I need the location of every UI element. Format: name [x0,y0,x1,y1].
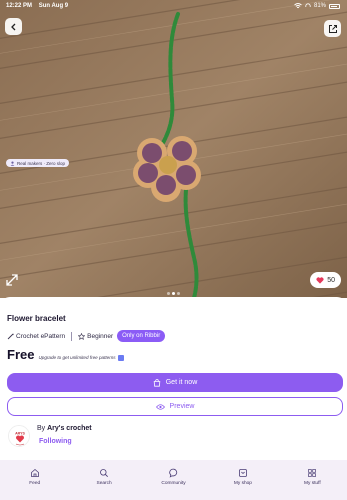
following-button[interactable]: Following [39,438,72,445]
preview-label: Preview [169,403,195,410]
status-date: Sun Aug 9 [38,3,69,9]
search-icon [100,469,109,478]
tab-search-label: Search [96,481,112,486]
product-meta: Crochet ePattern Beginner Only on Ribbir [7,330,166,342]
tab-my-stuff[interactable]: My stuff [278,460,347,500]
premium-icon [117,354,124,361]
status-indicators: 81% [294,3,340,9]
grid-icon [308,469,317,477]
price-label: Free [7,347,35,362]
bottom-tab-bar: Feed Search Community My shop My stuff [0,460,347,500]
people-icon [10,161,15,166]
battery-icon [329,3,340,9]
upgrade-note[interactable]: Upgrade to get unlimited free patterns [38,354,124,361]
makers-chip-label: Real makers · Zero slop [17,160,66,166]
tab-community[interactable]: Community [139,460,208,500]
preview-button[interactable]: Preview [7,397,343,416]
tab-my-stuff-label: My stuff [303,481,321,486]
tab-my-shop[interactable]: My shop [208,460,277,500]
makers-chip[interactable]: Real makers · Zero slop [6,159,70,167]
status-time-date: 12:22 PM Sun Aug 9 [6,3,73,9]
expand-icon [6,274,18,286]
home-icon [30,468,39,477]
shop-icon [239,469,247,477]
product-title: Flower bracelet [7,314,66,323]
like-count: 50 [327,276,335,284]
headphones-icon [305,3,311,7]
get-it-now-button[interactable]: Get it now [7,373,343,392]
fullscreen-button[interactable] [5,273,19,287]
bracelet-photo [0,0,347,298]
crochet-hook-icon [7,333,14,339]
seller-by: By [37,425,46,432]
share-button[interactable] [324,20,341,37]
bag-icon [153,378,160,387]
photo-pager[interactable] [167,292,180,295]
get-it-now-label: Get it now [165,379,198,386]
wifi-icon [294,3,302,9]
tab-my-shop-label: My shop [233,481,252,486]
battery-percent: 81% [313,3,326,9]
tab-search[interactable]: Search [69,460,138,500]
seller-logo: ARYS [9,426,29,446]
tab-community-label: Community [161,481,186,486]
pager-dot-active[interactable] [172,292,175,295]
seller-name[interactable]: By Ary's crochet [37,425,92,432]
meta-divider [71,331,73,341]
tab-feed[interactable]: Feed [0,460,69,500]
status-time: 12:22 PM [6,3,33,9]
pattern-type: Crochet ePattern [7,333,65,340]
seller-name-text: Ary's crochet [47,425,92,432]
pager-dot[interactable] [167,292,170,295]
price-row: Free Upgrade to get unlimited free patte… [7,347,124,362]
like-button[interactable]: 50 [310,272,341,288]
star-icon [78,332,86,340]
tab-feed-label: Feed [29,481,41,486]
heart-icon [316,276,324,284]
back-button[interactable] [5,18,22,35]
upgrade-text: Upgrade to get unlimited free patterns [38,355,116,360]
status-bar: 12:22 PM Sun Aug 9 81% [0,0,347,13]
skill-level: Beginner [78,332,114,340]
external-link-icon [328,24,337,33]
chevron-left-icon [10,23,15,30]
seller-avatar[interactable]: ARYS [8,425,30,447]
eye-icon [155,403,165,410]
skill-level-label: Beginner [87,332,114,340]
product-photo[interactable] [0,0,347,298]
pattern-type-label: Crochet ePattern [16,332,66,340]
exclusive-badge: Only on Ribbir [117,330,166,342]
pager-dot[interactable] [177,292,180,295]
product-details: Flower bracelet Crochet ePattern Beginne… [0,297,347,460]
chat-icon [168,468,177,478]
svg-text:ARYS: ARYS [15,432,25,436]
